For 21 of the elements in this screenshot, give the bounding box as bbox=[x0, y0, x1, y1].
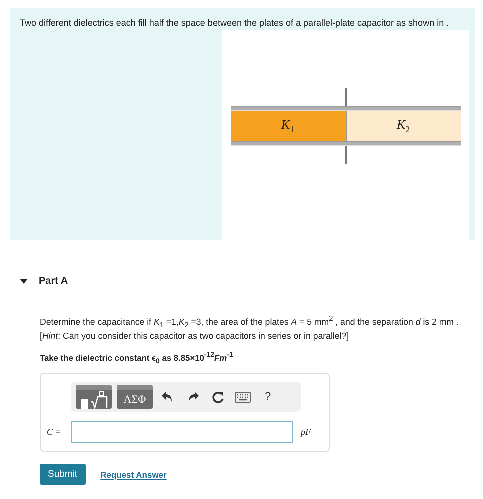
unit-label: pF bbox=[301, 427, 311, 438]
templates-button[interactable] bbox=[76, 385, 112, 410]
submit-button[interactable]: Submit bbox=[40, 464, 86, 486]
question-text: Determine the capacitance if K$_{1}$ =1,K$_{2}$ =3, the area of the plates A = 5 mm$^{2}$ , and the separation d is 2 mm . [Hint: Can you consider this capacitor as two capacitors in series or in parallel?] bbox=[40, 313, 460, 342]
answer-field[interactable] bbox=[71, 421, 293, 444]
answer-label: C = bbox=[47, 427, 62, 438]
instruction-text: Take the dielectric constant ϵ$_{0}$ as 8.85×10$^{-12}$Fm$^{-1}$ bbox=[40, 352, 234, 366]
keyboard-icon bbox=[235, 392, 251, 403]
help-button[interactable]: ? bbox=[258, 386, 278, 408]
template-icon bbox=[79, 390, 109, 409]
dielectric-label: K$_{1}$ bbox=[281, 117, 295, 135]
reset-icon bbox=[212, 390, 224, 404]
symbols-button[interactable]: ΑΣΦ bbox=[117, 385, 153, 410]
problem-text: Two different dielectrics each fill half the space between the plates of a parallel-plate capacitor as shown in . bbox=[20, 18, 450, 29]
lead-wire bbox=[344, 88, 346, 106]
lead-wire bbox=[344, 146, 346, 164]
redo-icon bbox=[187, 391, 199, 404]
caret-icon bbox=[20, 279, 28, 284]
dielectric-label: K$_{2}$ bbox=[396, 117, 410, 135]
undo-icon bbox=[162, 391, 174, 404]
request-answer-link[interactable]: Request Answer bbox=[100, 470, 167, 480]
